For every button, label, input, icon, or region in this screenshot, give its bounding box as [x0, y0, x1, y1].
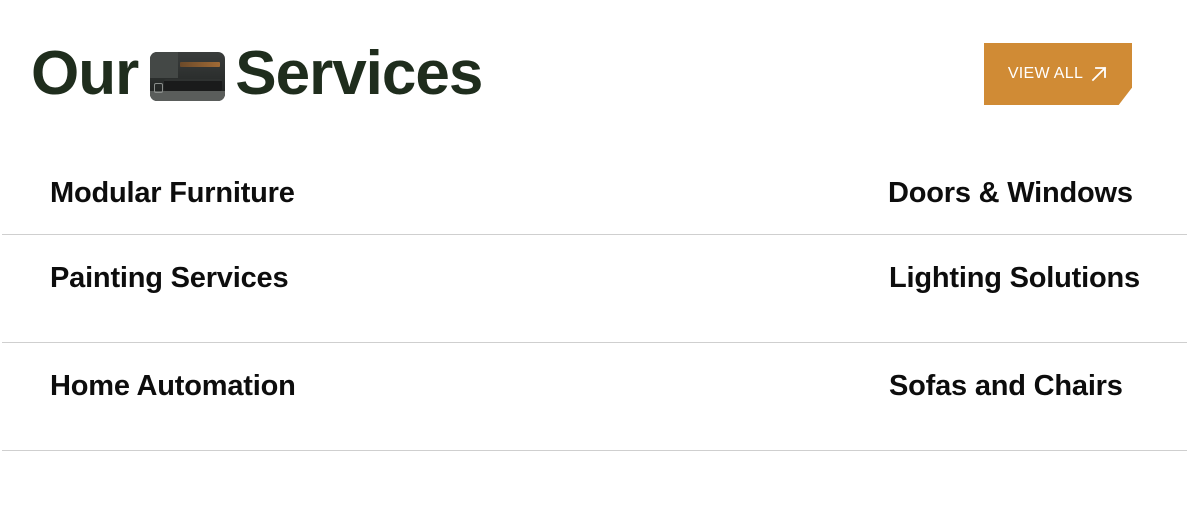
services-list: Modular Furniture Doors & Windows Painti… — [2, 153, 1187, 451]
service-row: Painting Services Lighting Solutions — [2, 235, 1187, 343]
service-row: Modular Furniture Doors & Windows — [2, 153, 1187, 235]
service-link-home-automation[interactable]: Home Automation — [50, 370, 296, 403]
service-link-painting-services[interactable]: Painting Services — [50, 262, 289, 295]
service-link-doors-windows[interactable]: Doors & Windows — [888, 177, 1133, 210]
title-word-our: Our — [31, 39, 139, 108]
service-link-lighting-solutions[interactable]: Lighting Solutions — [889, 262, 1140, 295]
service-link-modular-furniture[interactable]: Modular Furniture — [50, 177, 295, 210]
section-title: Our Services — [31, 36, 483, 112]
arrow-up-right-icon — [1090, 65, 1108, 83]
services-section: Our Services VIEW ALL Modular Furniture … — [0, 0, 1189, 509]
view-all-label: VIEW ALL — [1007, 65, 1084, 82]
service-row: Home Automation Sofas and Chairs — [2, 343, 1187, 451]
interior-thumbnail-image — [150, 51, 226, 101]
service-link-sofas-chairs[interactable]: Sofas and Chairs — [889, 370, 1123, 403]
title-word-services: Services — [235, 39, 483, 108]
view-all-button[interactable]: VIEW ALL — [984, 43, 1132, 105]
